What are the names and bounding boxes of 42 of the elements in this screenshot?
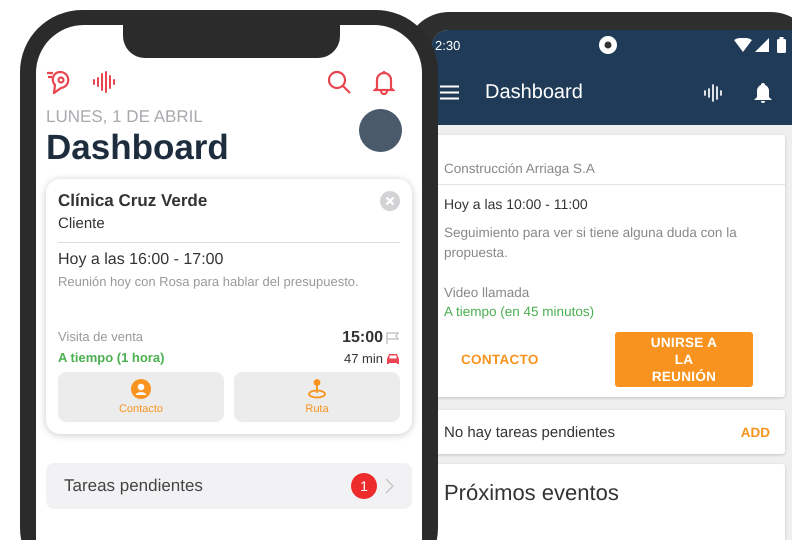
sound-wave-icon[interactable] — [703, 84, 723, 102]
page-title: Dashboard — [46, 127, 230, 169]
chevron-right-icon — [385, 478, 394, 494]
client-name: Clínica Cruz Verde — [58, 191, 208, 211]
client-type: Cliente — [58, 215, 106, 232]
event-type: Visita de venta — [58, 329, 144, 344]
section-title: Próximos eventos — [444, 480, 619, 505]
travel-time: 47 min — [344, 351, 383, 366]
event-status: A tiempo (1 hora) — [58, 350, 166, 365]
pin-logo-icon — [46, 70, 72, 94]
car-icon — [386, 352, 400, 364]
person-icon — [131, 379, 151, 399]
add-button[interactable]: ADD — [740, 424, 770, 440]
avatar[interactable] — [359, 109, 402, 152]
toolbar-title: Dashboard — [485, 81, 584, 104]
search-icon[interactable] — [326, 69, 352, 95]
notification-bell-icon[interactable] — [754, 82, 772, 102]
route-button[interactable]: Ruta — [234, 372, 400, 422]
join-meeting-button[interactable]: UNIRSE A LA REUNIÓN — [615, 332, 753, 387]
signal-icon — [755, 38, 771, 52]
tasks-label: No hay tareas pendientes — [444, 424, 616, 440]
sound-wave-icon — [92, 71, 116, 93]
event-type: Video llamada — [444, 285, 530, 300]
count-badge: 1 — [351, 473, 377, 499]
battery-icon — [777, 37, 786, 53]
event-status: A tiempo (en 45 minutos) — [444, 304, 596, 319]
event-description: Reunión hoy con Rosa para hablar del presupuesto. — [58, 274, 360, 289]
route-pin-icon — [306, 379, 328, 399]
flag-icon — [386, 332, 400, 344]
wifi-icon — [734, 38, 752, 52]
date-label: LUNES, 1 DE ABRIL — [46, 107, 204, 127]
menu-icon[interactable] — [440, 85, 459, 100]
contact-button[interactable]: CONTACTO — [461, 352, 539, 367]
status-time: 2:30 — [435, 38, 460, 52]
event-time: Hoy a las 16:00 - 17:00 — [58, 251, 224, 269]
start-time: 15:00 — [342, 329, 383, 347]
camera-icon — [599, 36, 617, 54]
tasks-row[interactable]: Tareas pendientes 1 — [46, 463, 412, 509]
event-description: Seguimiento para ver si tiene alguna duda con la propuesta. — [444, 224, 738, 262]
event-time: Hoy a las 10:00 - 11:00 — [444, 196, 589, 212]
contact-button[interactable]: Contacto — [58, 372, 224, 422]
tasks-label: Tareas pendientes — [64, 476, 204, 496]
